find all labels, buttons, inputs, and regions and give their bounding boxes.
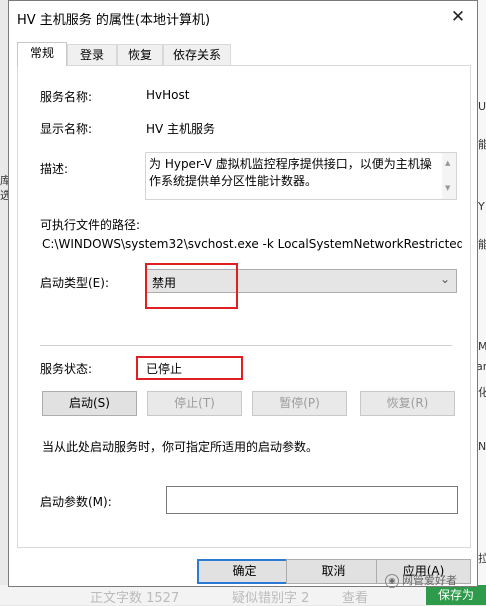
tab-logon[interactable]: 登录 [67,44,117,65]
word-count: 正文字数 1527 [90,591,180,606]
highlight-box-service-status [136,356,243,380]
dialog-title: HV 主机服务 的属性(本地计算机) [17,13,211,28]
watermark: ◉ 网管爱好者 [385,572,457,588]
general-tab-panel: 服务名称: HvHost 显示名称: HV 主机服务 描述: 为 Hyper-V… [17,65,471,548]
background-text: U [478,100,486,113]
display-name-value: HV 主机服务 [146,122,216,136]
service-name-label: 服务名称: [40,90,93,104]
wechat-icon: ◉ [385,574,399,588]
ok-button[interactable]: 确定 [197,559,292,584]
background-text: 化 [478,386,486,399]
chevron-down-icon: ⌄ [439,272,450,286]
pause-service-button[interactable]: 暂停(P) [252,391,347,416]
background-text: N [478,440,486,453]
description-box[interactable]: 为 Hyper-V 虚拟机监控程序提供接口，以便为主机操作系统提供单分区性能计数… [145,152,457,200]
watermark-text: 网管爱好者 [402,574,457,587]
start-params-label: 启动参数(M): [40,495,112,509]
background-text: 能 [478,238,486,251]
stop-service-button[interactable]: 停止(T) [147,391,242,416]
typo-count: 疑似错别字 2 [232,591,310,606]
cancel-button[interactable]: 取消 [286,559,381,584]
service-status-label: 服务状态: [40,362,93,376]
service-name-value: HvHost [146,88,190,102]
divider [40,345,452,346]
tab-dependencies[interactable]: 依存关系 [163,44,231,65]
tab-recovery[interactable]: 恢复 [117,44,163,65]
start-service-button[interactable]: 启动(S) [42,391,137,416]
scroll-up-icon[interactable]: ▲ [445,155,450,172]
exe-path-value: C:\WINDOWS\system32\svchost.exe -k Local… [42,237,462,251]
close-icon[interactable]: ✕ [447,6,469,28]
highlight-box-startup-type [145,263,238,309]
startup-type-label: 启动类型(E): [40,276,109,290]
description-text: 为 Hyper-V 虚拟机监控程序提供接口，以便为主机操作系统提供单分区性能计数… [149,157,432,188]
scroll-down-icon[interactable]: ▼ [445,180,450,197]
description-scrollbar[interactable]: ▲ ▼ [442,153,456,199]
start-params-hint: 当从此处启动服务时，你可指定所适用的启动参数。 [42,440,319,454]
start-params-input[interactable] [166,486,458,514]
tab-general[interactable]: 常规 [17,42,67,66]
background-text: Y [478,200,485,213]
view-link[interactable]: 查看 [342,587,368,606]
display-name-label: 显示名称: [40,122,93,136]
resume-service-button[interactable]: 恢复(R) [360,391,455,416]
service-properties-dialog: HV 主机服务 的属性(本地计算机) ✕ 常规 登录 恢复 依存关系 服务名称:… [8,0,478,587]
exe-path-label: 可执行文件的路径: [40,218,141,232]
titlebar[interactable]: HV 主机服务 的属性(本地计算机) ✕ [9,1,477,33]
background-text: 拉 [478,552,486,565]
save-as-button[interactable]: 保存为 [426,585,486,605]
description-label: 描述: [40,162,69,176]
background-status-bar: 正文字数 1527 疑似错别字 2 查看 [0,585,486,606]
background-text: 能 [478,138,486,151]
background-text: M [478,340,486,353]
